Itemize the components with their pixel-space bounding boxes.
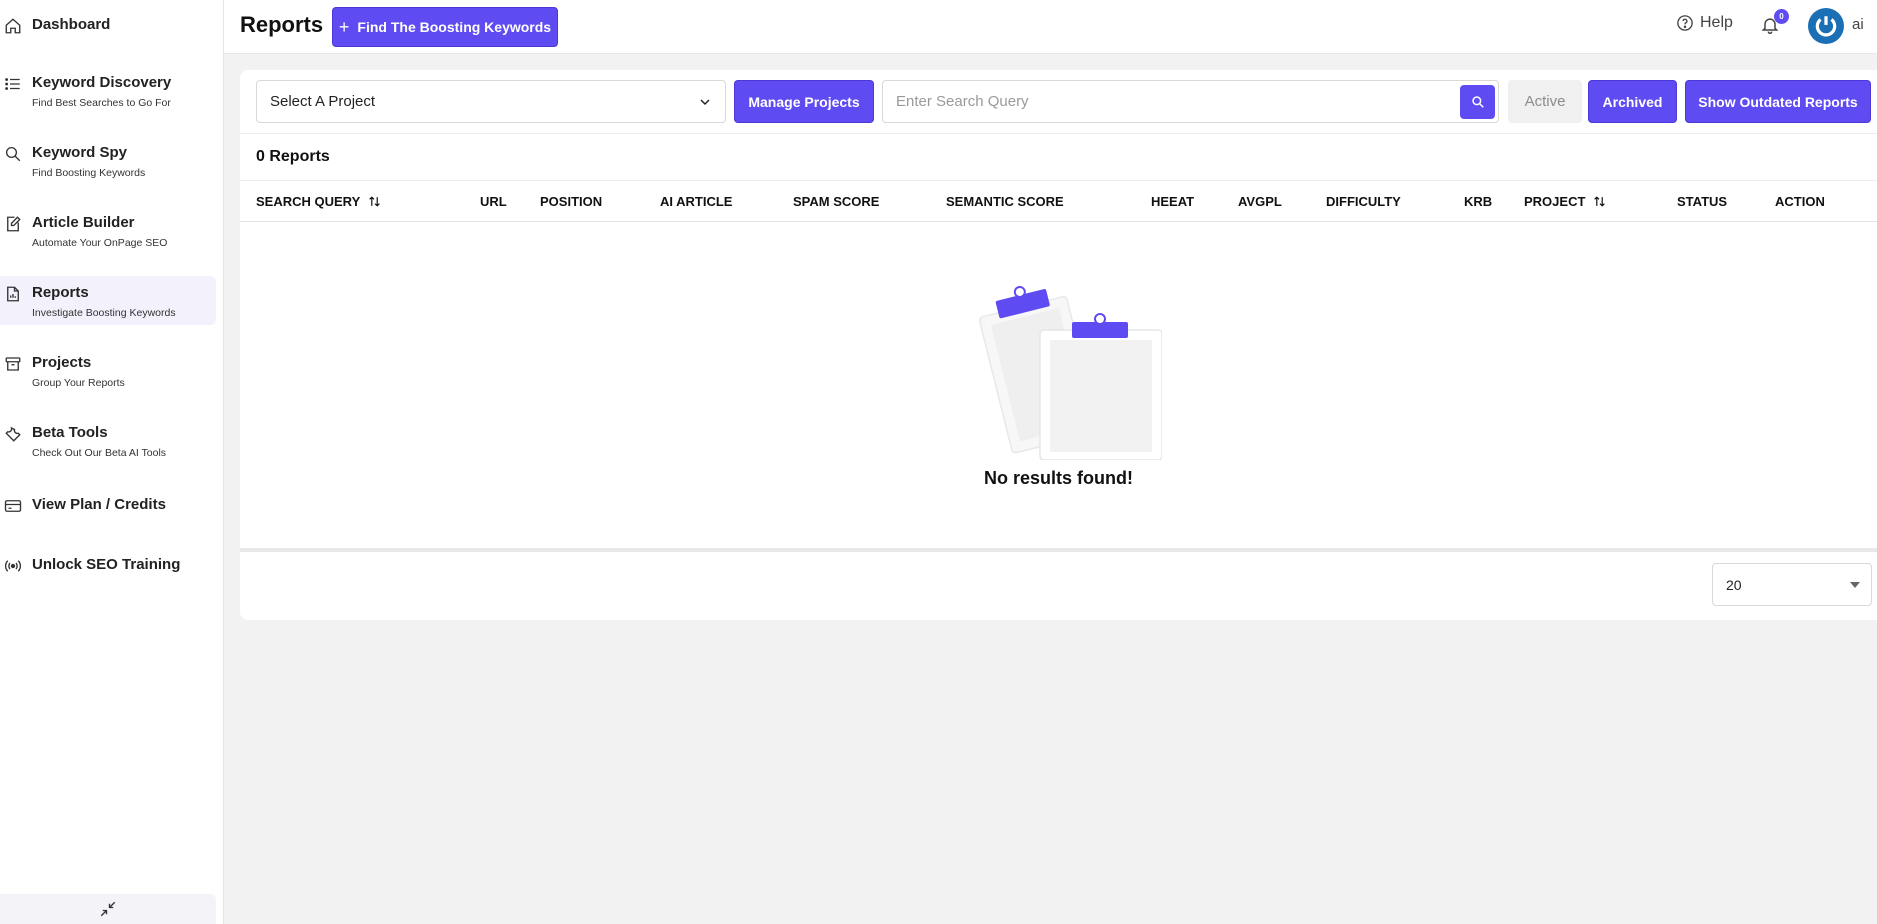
per-page-select[interactable]: 20: [1712, 563, 1872, 606]
column-semantic-score: SEMANTIC SCORE: [946, 194, 1064, 209]
power-icon: [1815, 16, 1837, 37]
column-status: STATUS: [1677, 194, 1728, 209]
find-boosting-keywords-label: Find The Boosting Keywords: [357, 19, 552, 35]
sidebar-item-beta-tools[interactable]: Beta Tools Check Out Our Beta AI Tools: [0, 423, 216, 461]
sidebar-item-subtitle: Investigate Boosting Keywords: [32, 307, 176, 319]
sidebar-item-article-builder[interactable]: Article Builder Automate Your OnPage SEO: [0, 213, 216, 251]
column-ai-article: AI ARTICLE: [660, 194, 733, 209]
project-select[interactable]: Select A Project: [256, 80, 726, 123]
column-label: SEARCH QUERY: [256, 194, 361, 209]
column-url: URL: [480, 194, 507, 209]
project-select-value: Select A Project: [270, 93, 376, 110]
edit-document-icon: [7, 216, 21, 232]
user-name: ai: [1852, 16, 1864, 33]
sidebar-item-title: Unlock SEO Training: [32, 556, 181, 573]
manage-projects-button[interactable]: Manage Projects: [734, 80, 874, 123]
sidebar-item-title: Beta Tools: [32, 424, 108, 441]
archived-filter-button[interactable]: Archived: [1588, 80, 1677, 123]
table-header: SEARCH QUERY URL POSITION AI ARTICLE SPA…: [240, 180, 1877, 222]
divider: [240, 548, 1877, 552]
column-search-query[interactable]: SEARCH QUERY: [256, 194, 381, 209]
empty-state-message: No results found!: [984, 468, 1133, 488]
sidebar-item-dashboard[interactable]: Dashboard: [0, 15, 216, 35]
sidebar-item-view-plan[interactable]: View Plan / Credits: [0, 495, 216, 515]
notification-badge: 0: [1774, 9, 1789, 24]
search-button[interactable]: [1460, 85, 1495, 119]
sidebar-item-subtitle: Check Out Our Beta AI Tools: [32, 447, 167, 459]
sort-icon: [1594, 196, 1606, 207]
active-filter-button[interactable]: Active: [1508, 80, 1582, 123]
sidebar-item-title: Projects: [32, 354, 92, 371]
help-link[interactable]: Help: [1676, 14, 1733, 32]
archive-box-icon: [5, 357, 21, 371]
column-krb: KRB: [1464, 194, 1493, 209]
sidebar: Dashboard Keyword Discovery Find Best Se…: [0, 0, 224, 924]
sidebar-item-projects[interactable]: Projects Group Your Reports: [0, 353, 216, 391]
sidebar-item-subtitle: Find Boosting Keywords: [32, 167, 146, 179]
column-difficulty: DIFFICULTY: [1326, 194, 1401, 209]
sidebar-item-subtitle: Group Your Reports: [32, 377, 125, 389]
filter-bar: Select A Project Manage Projects Active …: [240, 70, 1877, 134]
column-spam-score: SPAM SCORE: [793, 194, 880, 209]
search-icon: [1471, 96, 1484, 108]
sidebar-item-subtitle: Find Best Searches to Go For: [32, 97, 171, 109]
per-page-value: 20: [1726, 576, 1742, 593]
home-icon: [5, 18, 21, 34]
column-heeat: HEEAT: [1151, 194, 1195, 209]
chevron-down-icon: [700, 99, 710, 106]
list-icon: [5, 78, 20, 90]
search-box: [882, 80, 1499, 123]
sidebar-item-title: View Plan / Credits: [32, 496, 166, 513]
sidebar-item-reports[interactable]: Reports Investigate Boosting Keywords: [0, 276, 216, 325]
top-bar: Reports + Find The Boosting Keywords Hel…: [224, 0, 1877, 54]
sidebar-item-title: Keyword Discovery: [32, 74, 172, 91]
help-label: Help: [1700, 14, 1733, 31]
credit-card-icon: [4, 500, 22, 512]
sidebar-item-title: Reports: [32, 284, 89, 301]
column-project[interactable]: PROJECT: [1524, 194, 1606, 209]
column-action: ACTION: [1775, 194, 1825, 209]
sidebar-item-subtitle: Automate Your OnPage SEO: [32, 237, 168, 249]
page-title: Reports: [240, 12, 324, 37]
broadcast-icon: [4, 560, 22, 572]
column-position: POSITION: [540, 194, 603, 209]
sidebar-collapse-button[interactable]: [0, 894, 216, 924]
search-input[interactable]: [883, 81, 1463, 122]
reports-card: Select A Project Manage Projects Active …: [240, 70, 1877, 620]
column-label: PROJECT: [1524, 194, 1586, 209]
find-boosting-keywords-button[interactable]: + Find The Boosting Keywords: [332, 7, 558, 47]
caret-down-icon: [1850, 582, 1860, 588]
plus-icon: +: [338, 16, 350, 37]
sidebar-item-title: Keyword Spy: [32, 144, 128, 161]
report-icon: [7, 286, 19, 302]
search-icon: [5, 146, 21, 162]
sidebar-item-seo-training[interactable]: Unlock SEO Training: [0, 555, 216, 575]
sidebar-item-title: Article Builder: [32, 214, 135, 231]
sidebar-item-keyword-spy[interactable]: Keyword Spy Find Boosting Keywords: [0, 143, 216, 181]
wrench-icon: [5, 426, 21, 442]
avatar[interactable]: [1808, 8, 1844, 44]
show-outdated-reports-button[interactable]: Show Outdated Reports: [1685, 80, 1871, 123]
column-avgpl: AVGPL: [1238, 194, 1282, 209]
question-circle-icon: [1677, 15, 1693, 31]
sidebar-item-keyword-discovery[interactable]: Keyword Discovery Find Best Searches to …: [0, 73, 216, 111]
sidebar-item-title: Dashboard: [32, 16, 111, 33]
empty-clipboard-illustration: [978, 285, 1162, 460]
reports-count: 0 Reports: [256, 148, 330, 165]
collapse-arrows-icon: [100, 901, 116, 917]
sort-icon: [369, 196, 381, 207]
